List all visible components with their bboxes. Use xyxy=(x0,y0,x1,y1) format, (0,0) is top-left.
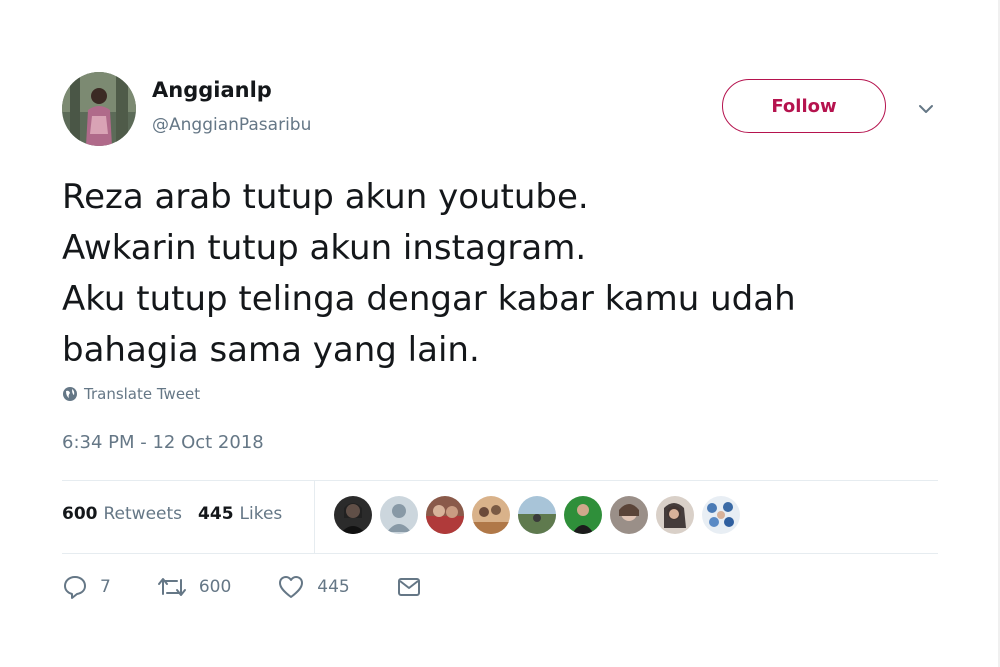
liker-avatar[interactable] xyxy=(518,496,556,534)
liker-avatar[interactable] xyxy=(702,496,740,534)
tweet-actions: 7 600 445 xyxy=(62,574,468,600)
reply-button[interactable]: 7 xyxy=(62,574,111,600)
tweet-line: Aku tutup telinga dengar kabar kamu udah xyxy=(62,279,796,319)
retweet-count: 600 xyxy=(198,577,232,597)
tweet-line: Awkarin tutup akun instagram. xyxy=(62,228,587,268)
display-name[interactable]: Anggianlp xyxy=(152,78,272,102)
retweet-button[interactable]: 600 xyxy=(157,574,231,600)
translate-tweet-link[interactable]: Translate Tweet xyxy=(62,385,200,403)
tweet-stats: 600 Retweets 445 Likes xyxy=(62,504,298,524)
direct-message-button[interactable] xyxy=(396,574,422,600)
likes-label[interactable]: Likes xyxy=(240,504,283,524)
tweet-timestamp[interactable]: 6:34 PM - 12 Oct 2018 xyxy=(62,432,264,453)
retweet-icon xyxy=(157,578,186,596)
retweets-label[interactable]: Retweets xyxy=(104,504,183,524)
tweet-text: Reza arab tutup akun youtube. Awkarin tu… xyxy=(62,172,942,376)
liker-avatar[interactable] xyxy=(656,496,694,534)
profile-avatar[interactable] xyxy=(62,72,136,146)
globe-icon xyxy=(63,387,77,401)
tweet-line: Reza arab tutup akun youtube. xyxy=(62,177,589,217)
liker-default-avatar[interactable] xyxy=(380,496,418,534)
user-handle[interactable]: @AnggianPasaribu xyxy=(152,115,311,135)
liker-avatar[interactable] xyxy=(472,496,510,534)
retweets-count[interactable]: 600 xyxy=(62,504,98,524)
like-count: 445 xyxy=(317,577,350,597)
liker-avatar[interactable] xyxy=(610,496,648,534)
liker-avatars xyxy=(334,496,748,534)
liker-avatar[interactable] xyxy=(426,496,464,534)
follow-button[interactable]: Follow xyxy=(722,79,886,133)
heart-icon xyxy=(279,576,304,598)
like-button[interactable]: 445 xyxy=(277,574,350,600)
likes-count[interactable]: 445 xyxy=(198,504,234,524)
divider xyxy=(62,480,938,481)
stats-divider xyxy=(314,481,315,553)
divider xyxy=(62,553,938,554)
reply-icon xyxy=(64,576,86,599)
message-icon xyxy=(397,578,420,596)
tweet-line: bahagia sama yang lain. xyxy=(62,330,480,370)
caret-down-icon[interactable] xyxy=(915,98,937,120)
translate-label: Translate Tweet xyxy=(84,385,201,403)
liker-avatar[interactable] xyxy=(334,496,372,534)
liker-avatar[interactable] xyxy=(564,496,602,534)
reply-count: 7 xyxy=(100,577,111,597)
